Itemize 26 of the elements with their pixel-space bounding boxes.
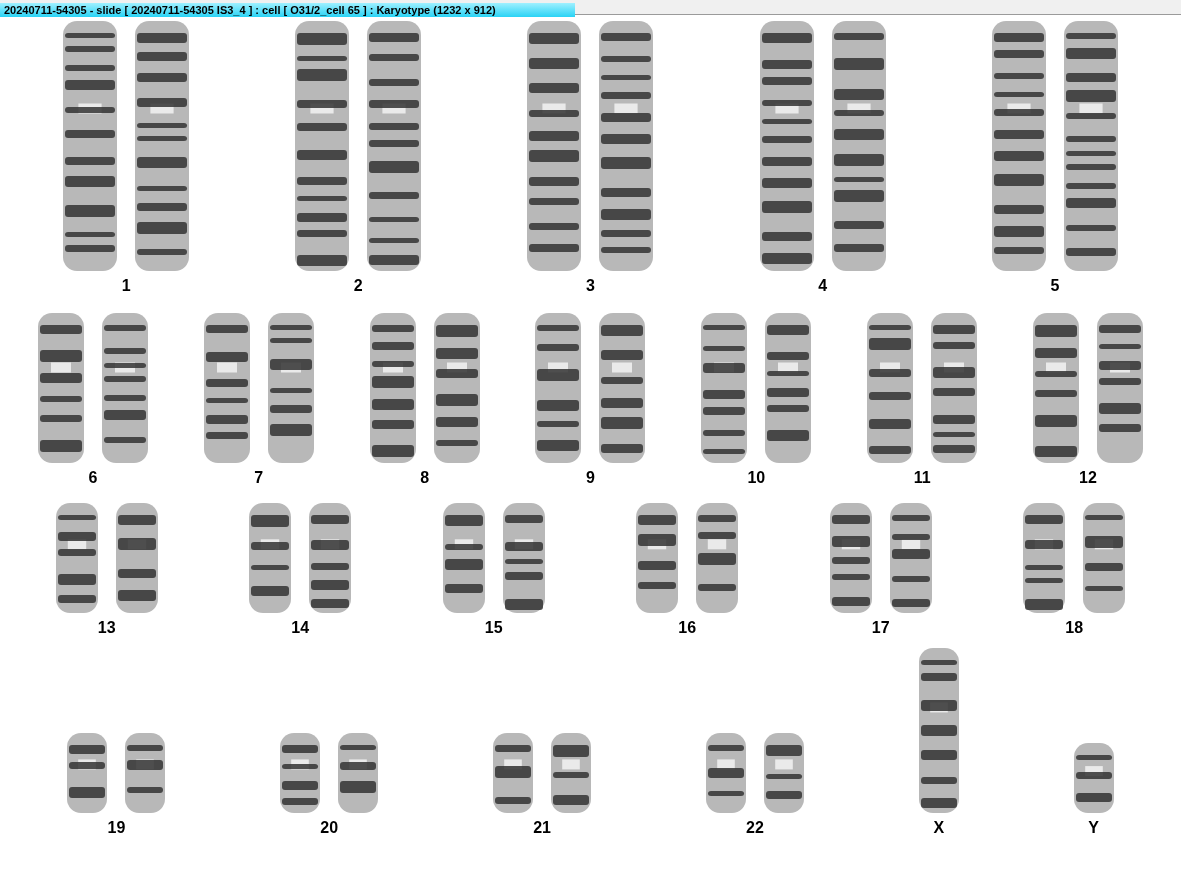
- chromosome-label: 2: [353, 277, 363, 295]
- chromosome-label: 4: [818, 277, 828, 295]
- chromosome-label: 5: [1050, 277, 1060, 295]
- chromosome-label: 17: [871, 619, 890, 637]
- chromosome-label: 12: [1079, 469, 1097, 487]
- chromosome-label: X: [933, 819, 945, 837]
- chromosome-label: 19: [107, 819, 126, 837]
- chromosome-label: 15: [484, 619, 503, 637]
- chromosome-label: 7: [254, 469, 264, 487]
- chromosome-label: 10: [747, 469, 766, 487]
- chromosome-drawing: [1071, 743, 1116, 813]
- chromosome-label: 3: [586, 277, 595, 295]
- chromosome-label: Y: [1088, 819, 1099, 837]
- window-title: 20240711-54305 - slide [ 20240711-54305 IS3_4 ] : cell [ O31/2_cell 65 ] : Karyotype (1232 x 912): [0, 3, 575, 17]
- chromosome-label: 14: [291, 619, 310, 637]
- chromosome-label: 9: [586, 469, 595, 487]
- chromosome-label: 22: [746, 819, 764, 837]
- chromosome-label: 13: [97, 619, 116, 637]
- chromosome-label: 8: [420, 469, 430, 487]
- chromosome-label: 11: [913, 469, 931, 487]
- chromosome-label: 20: [320, 819, 339, 837]
- chromosome-label: 18: [1065, 619, 1084, 637]
- chromosome-label: 1: [121, 277, 131, 295]
- chromosome-label: 21: [533, 819, 551, 837]
- chromosome-label: 16: [678, 619, 697, 637]
- chromosome-label: 6: [88, 469, 98, 487]
